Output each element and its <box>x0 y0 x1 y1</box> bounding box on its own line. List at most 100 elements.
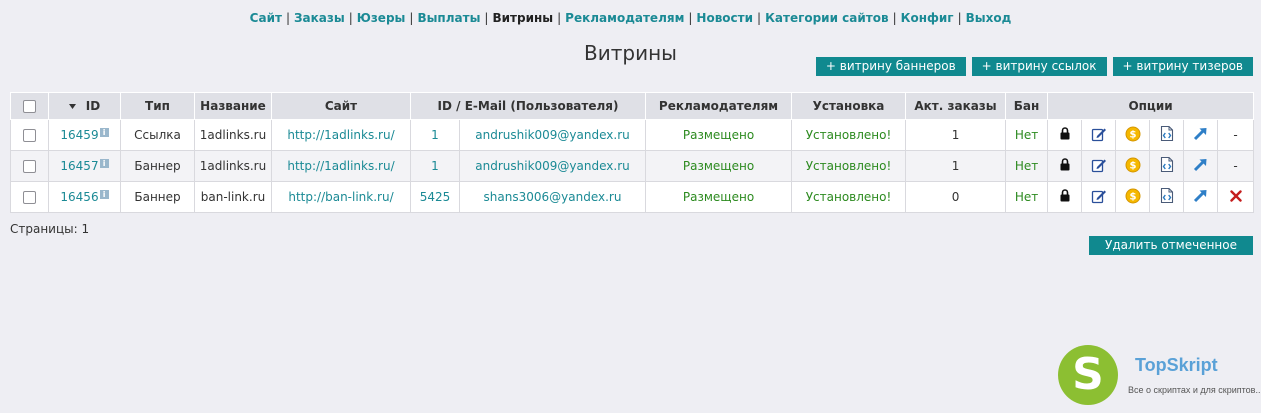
col-header-options: Опции <box>1047 92 1255 120</box>
advertisers-status-cell: Размещено <box>645 150 793 182</box>
col-header-id[interactable]: ID <box>48 92 121 120</box>
lock-icon[interactable] <box>1060 127 1070 143</box>
row-checkbox[interactable] <box>23 160 36 173</box>
type-cell: Баннер <box>120 150 195 182</box>
delete-cell: - <box>1217 150 1255 182</box>
delete-cell <box>1217 181 1255 213</box>
col-header-type: Тип <box>120 92 195 120</box>
row-id-link[interactable]: 16456 <box>60 190 98 204</box>
coin-icon[interactable]: $ <box>1125 126 1141 145</box>
nav-item-2[interactable]: Юзеры <box>357 11 406 25</box>
lock-cell <box>1047 181 1083 213</box>
svg-text:$: $ <box>1129 191 1136 202</box>
install-status-cell: Установлено! <box>791 181 907 213</box>
row-id-link[interactable]: 16459 <box>60 128 98 142</box>
pagination: Страницы: 1 <box>10 222 90 236</box>
col-header-active-orders: Акт. заказы <box>905 92 1007 120</box>
select-all-header <box>10 92 49 120</box>
coin-icon[interactable]: $ <box>1125 188 1141 207</box>
id-cell: 16456 i <box>48 181 121 213</box>
name-cell: 1adlinks.ru <box>194 150 272 182</box>
user-email-link[interactable]: andrushik009@yandex.ru <box>475 159 629 173</box>
ban-cell: Нет <box>1005 119 1049 151</box>
external-link-icon[interactable] <box>1193 189 1208 206</box>
nav-separator: | <box>757 11 762 25</box>
add-showcase-toolbar: + витрину баннеров + витрину ссылок + ви… <box>815 57 1253 76</box>
edit-cell <box>1081 119 1117 151</box>
user-id-link[interactable]: 5425 <box>420 190 451 204</box>
topskript-logo-name: TopSkript <box>1135 355 1218 375</box>
row-select-cell <box>10 181 49 213</box>
external-link-icon[interactable] <box>1193 158 1208 175</box>
add-banner-showcase-button[interactable]: + витрину баннеров <box>815 57 966 76</box>
select-all-checkbox[interactable] <box>23 100 36 113</box>
open-cell <box>1183 181 1219 213</box>
active-orders-cell: 0 <box>905 181 1007 213</box>
site-link[interactable]: http://1adlinks.ru/ <box>287 159 394 173</box>
svg-text:$: $ <box>1129 160 1136 171</box>
nav-item-9[interactable]: Выход <box>966 11 1012 25</box>
nav-item-4[interactable]: Витрины <box>492 11 553 25</box>
active-orders-cell: 1 <box>905 119 1007 151</box>
col-header-user: ID / E-Mail (Пользователя) <box>409 92 647 120</box>
row-checkbox[interactable] <box>23 129 36 142</box>
code-file-icon[interactable] <box>1159 187 1175 207</box>
row-id-link[interactable]: 16457 <box>60 159 98 173</box>
topskript-watermark: S TopSkript Все о скриптах и для скрипто… <box>1058 345 1261 407</box>
nav-separator: | <box>557 11 562 25</box>
coin-icon[interactable]: $ <box>1125 157 1141 176</box>
nav-item-3[interactable]: Выплаты <box>417 11 480 25</box>
nav-separator: | <box>957 11 962 25</box>
open-cell <box>1183 150 1219 182</box>
delete-icon[interactable] <box>1229 189 1242 205</box>
payment-cell: $ <box>1115 181 1151 213</box>
lock-icon[interactable] <box>1060 189 1070 205</box>
row-checkbox[interactable] <box>23 191 36 204</box>
nav-item-1[interactable]: Заказы <box>294 11 345 25</box>
site-link[interactable]: http://1adlinks.ru/ <box>287 128 394 142</box>
delete-selected-button[interactable]: Удалить отмеченное <box>1089 236 1253 255</box>
user-email-link[interactable]: andrushik009@yandex.ru <box>475 128 629 142</box>
nav-separator: | <box>892 11 897 25</box>
site-link[interactable]: http://ban-link.ru/ <box>288 190 393 204</box>
table-header-row: ID Тип Название Сайт ID / E-Mail (Пользо… <box>10 92 1255 120</box>
edit-icon[interactable] <box>1091 157 1107 176</box>
lock-icon[interactable] <box>1060 158 1070 174</box>
external-link-icon[interactable] <box>1193 127 1208 144</box>
nav-item-5[interactable]: Рекламодателям <box>565 11 684 25</box>
site-cell: http://ban-link.ru/ <box>271 181 411 213</box>
code-file-icon[interactable] <box>1159 125 1175 145</box>
edit-icon[interactable] <box>1091 188 1107 207</box>
user-id-link[interactable]: 1 <box>431 128 439 142</box>
nav-item-6[interactable]: Новости <box>696 11 753 25</box>
info-icon[interactable]: i <box>99 159 109 168</box>
table-row: 16456 i Баннер ban-link.ru http://ban-link.r… <box>10 181 1255 213</box>
add-teaser-showcase-button[interactable]: + витрину тизеров <box>1112 57 1253 76</box>
showcases-table: ID Тип Название Сайт ID / E-Mail (Пользо… <box>10 92 1255 213</box>
nav-item-8[interactable]: Конфиг <box>901 11 954 25</box>
col-header-install: Установка <box>791 92 907 120</box>
ban-cell: Нет <box>1005 150 1049 182</box>
type-cell: Ссылка <box>120 119 195 151</box>
table-row: 16459 i Ссылка 1adlinks.ru http://1adlinks.r… <box>10 119 1255 151</box>
nav-item-0[interactable]: Сайт <box>250 11 282 25</box>
edit-cell <box>1081 150 1117 182</box>
nav-separator: | <box>409 11 414 25</box>
info-icon[interactable]: i <box>99 128 109 137</box>
email-cell: andrushik009@yandex.ru <box>458 150 647 182</box>
install-status-cell: Установлено! <box>791 150 907 182</box>
table-row: 16457 i Баннер 1adlinks.ru http://1adlinks.r… <box>10 150 1255 182</box>
code-file-icon[interactable] <box>1159 156 1175 176</box>
advertisers-status-cell: Размещено <box>645 181 793 213</box>
user-id-cell: 5425 <box>410 181 460 213</box>
nav-item-7[interactable]: Категории сайтов <box>765 11 889 25</box>
open-cell <box>1183 119 1219 151</box>
user-id-cell: 1 <box>410 119 460 151</box>
add-links-showcase-button[interactable]: + витрину ссылок <box>971 57 1107 76</box>
ban-cell: Нет <box>1005 181 1049 213</box>
edit-icon[interactable] <box>1091 126 1107 145</box>
user-email-link[interactable]: shans3006@yandex.ru <box>484 190 622 204</box>
user-id-link[interactable]: 1 <box>431 159 439 173</box>
row-select-cell <box>10 150 49 182</box>
info-icon[interactable]: i <box>99 190 109 199</box>
